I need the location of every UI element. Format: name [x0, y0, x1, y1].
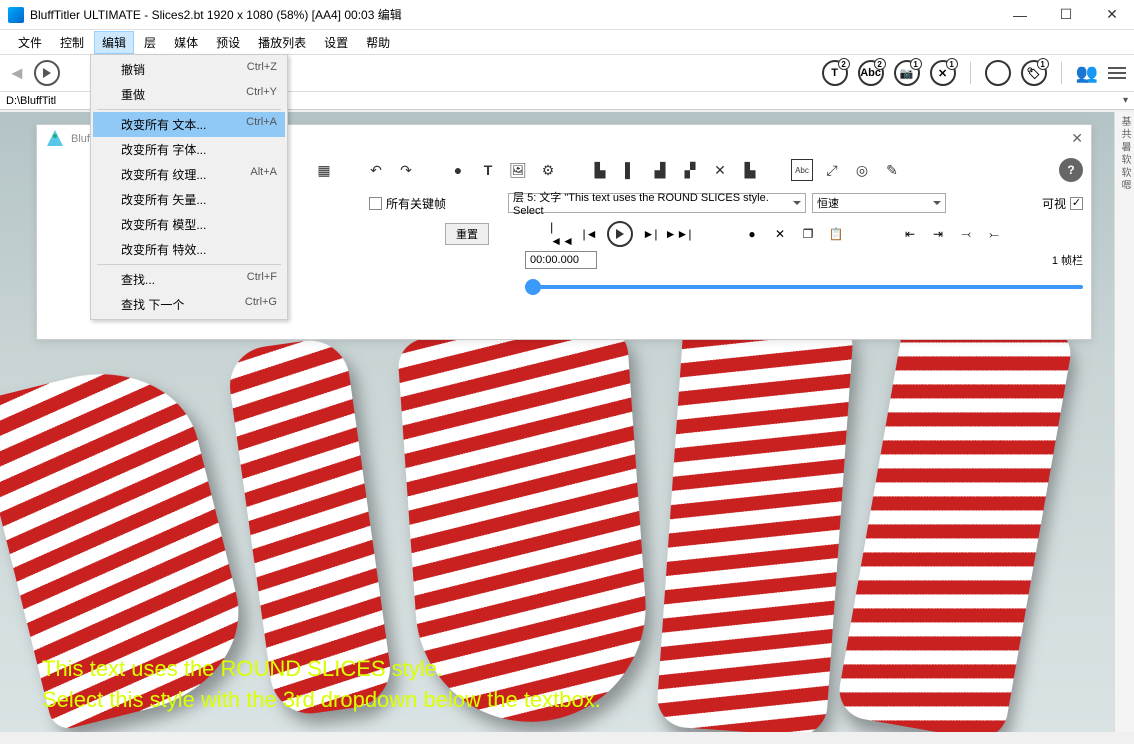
help-button[interactable]: ?: [1059, 158, 1083, 182]
redo-icon[interactable]: ↷: [395, 159, 417, 181]
minimize-button[interactable]: —: [1006, 5, 1034, 25]
speed-select[interactable]: 恒速: [812, 193, 946, 213]
toolbar-badge-5[interactable]: 🏷1: [1021, 60, 1047, 86]
align-top-icon[interactable]: ▞: [679, 159, 701, 181]
app-icon: [8, 7, 24, 23]
menu-item-改变所有 模型...[interactable]: 改变所有 模型...: [93, 212, 285, 237]
record-icon[interactable]: ●: [741, 223, 763, 245]
editor-close-button[interactable]: ✕: [1071, 130, 1083, 147]
skip-end-icon[interactable]: ►►|: [667, 223, 689, 245]
timeline-handle[interactable]: [525, 279, 541, 295]
titlebar: BluffTitler ULTIMATE - Slices2.bt 1920 x…: [0, 0, 1134, 30]
menu-item-改变所有 纹理...[interactable]: 改变所有 纹理...Alt+A: [93, 162, 285, 187]
delete-key-icon[interactable]: ✕: [769, 223, 791, 245]
menu-item-撤销[interactable]: 撤销Ctrl+Z: [93, 57, 285, 82]
preview-caption: This text uses the ROUND SLICES style. S…: [42, 654, 601, 716]
window-title: BluffTitler ULTIMATE - Slices2.bt 1920 x…: [30, 6, 1006, 23]
file-path: D:\BluffTitl: [6, 95, 56, 107]
path-dropdown-icon[interactable]: ▾: [1123, 95, 1128, 106]
hamburger-icon[interactable]: [1108, 67, 1126, 79]
menu-item-改变所有 字体...[interactable]: 改变所有 字体...: [93, 137, 285, 162]
right-info-strip: 基 共 暑 软 软 嗯: [1114, 112, 1134, 732]
time-input[interactable]: [525, 251, 597, 269]
marker-start-icon[interactable]: ⇤: [899, 223, 921, 245]
skip-start-icon[interactable]: |◄◄: [551, 223, 573, 245]
range-in-icon[interactable]: ⤙: [955, 223, 977, 245]
film-icon[interactable]: ▦: [313, 159, 335, 181]
fx-icon[interactable]: ⚙: [537, 159, 559, 181]
menu-层[interactable]: 层: [136, 31, 164, 54]
cone-icon: [45, 128, 65, 148]
menu-文件[interactable]: 文件: [10, 31, 50, 54]
menu-item-改变所有 矢量...[interactable]: 改变所有 矢量...: [93, 187, 285, 212]
menubar: 文件控制编辑层媒体预设播放列表设置帮助: [0, 30, 1134, 54]
next-frame-icon[interactable]: ►|: [639, 223, 661, 245]
back-icon[interactable]: ◄: [8, 63, 26, 84]
abc-box-icon[interactable]: Abc: [791, 159, 813, 181]
menu-控制[interactable]: 控制: [52, 31, 92, 54]
align-center-icon[interactable]: ▌: [619, 159, 641, 181]
toolbar-badge-4[interactable]: [985, 60, 1011, 86]
align-right-icon[interactable]: ▟: [649, 159, 671, 181]
range-out-icon[interactable]: ⤚: [983, 223, 1005, 245]
menu-item-重做[interactable]: 重做Ctrl+Y: [93, 82, 285, 107]
menu-item-改变所有 文本...[interactable]: 改变所有 文本...Ctrl+A: [93, 112, 285, 137]
menu-预设[interactable]: 预设: [208, 31, 248, 54]
visible-checkbox[interactable]: 可视: [1042, 195, 1083, 212]
paste-icon[interactable]: 📋: [825, 223, 847, 245]
expand-icon[interactable]: ⤢: [821, 159, 843, 181]
target-icon[interactable]: ◎: [851, 159, 873, 181]
layer-select[interactable]: 层 5: 文字 "This text uses the ROUND SLICES…: [508, 193, 806, 213]
text-icon[interactable]: T: [477, 159, 499, 181]
play-icon[interactable]: [607, 221, 633, 247]
close-button[interactable]: ✕: [1098, 5, 1126, 25]
users-icon[interactable]: 👥: [1076, 63, 1098, 84]
blob-icon[interactable]: ●: [447, 159, 469, 181]
frame-label: 1 帧栏: [1052, 252, 1083, 268]
toolbar-badge-1[interactable]: Abc2: [858, 60, 884, 86]
play-button[interactable]: [34, 60, 60, 86]
menu-媒体[interactable]: 媒体: [166, 31, 206, 54]
menu-item-查找 下一个[interactable]: 查找 下一个Ctrl+G: [93, 292, 285, 317]
toolbar-badge-0[interactable]: T2: [822, 60, 848, 86]
copy-icon[interactable]: ❐: [797, 223, 819, 245]
image-icon[interactable]: 🖼: [507, 159, 529, 181]
menu-播放列表[interactable]: 播放列表: [250, 31, 314, 54]
align-mid-icon[interactable]: ✕: [709, 159, 731, 181]
edit-menu-dropdown: 撤销Ctrl+Z重做Ctrl+Y 改变所有 文本...Ctrl+A改变所有 字体.…: [90, 54, 288, 320]
menu-设置[interactable]: 设置: [316, 31, 356, 54]
reset-button-2[interactable]: 重置: [445, 223, 489, 245]
menu-item-改变所有 特效...[interactable]: 改变所有 特效...: [93, 237, 285, 262]
align-left-icon[interactable]: ▙: [589, 159, 611, 181]
menu-编辑[interactable]: 编辑: [94, 31, 134, 54]
all-keyframes-checkbox[interactable]: 所有关键帧: [369, 195, 446, 212]
undo-icon[interactable]: ↶: [365, 159, 387, 181]
menu-帮助[interactable]: 帮助: [358, 31, 398, 54]
maximize-button[interactable]: ☐: [1052, 5, 1080, 25]
marker-end-icon[interactable]: ⇥: [927, 223, 949, 245]
menu-item-查找...[interactable]: 查找...Ctrl+F: [93, 267, 285, 292]
wand-icon[interactable]: ✎: [881, 159, 903, 181]
align-bot-icon[interactable]: ▙: [739, 159, 761, 181]
prev-frame-icon[interactable]: |◄: [579, 223, 601, 245]
toolbar-badge-2[interactable]: 📷1: [894, 60, 920, 86]
toolbar-badge-3[interactable]: ✕1: [930, 60, 956, 86]
